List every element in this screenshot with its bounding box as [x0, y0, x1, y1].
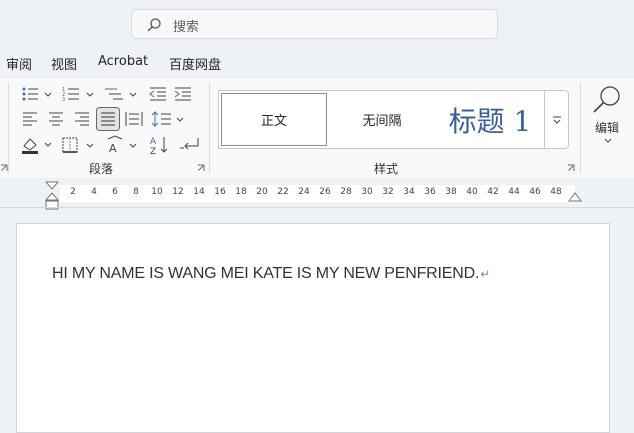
ruler-number: 30	[361, 187, 373, 197]
horizontal-ruler[interactable]: 2 4 6 8 10 12 14 16 18 20 22 24 26 28 30 32 34 36 38 40 42 44…	[60, 185, 575, 202]
ruler-number: 36	[424, 187, 436, 197]
search-box[interactable]: 搜索	[131, 9, 498, 39]
tab-view[interactable]: 视图	[51, 54, 77, 73]
document-paragraph[interactable]: HI MY NAME IS WANG MEI KATE IS MY NEW PE…	[52, 265, 490, 283]
borders-icon[interactable]	[62, 137, 94, 153]
ruler-number: 18	[235, 187, 247, 197]
numbering-icon[interactable]: 1 2 3	[62, 86, 94, 102]
ruler-number: 34	[403, 187, 415, 197]
ruler-number: 46	[529, 187, 541, 197]
search-placeholder: 搜索	[173, 20, 200, 35]
tab-baidu-netdisk[interactable]: 百度网盘	[169, 54, 221, 73]
chevron-down-icon	[553, 116, 561, 124]
show-formatting-marks-icon[interactable]	[180, 136, 200, 154]
ruler-number: 32	[382, 187, 394, 197]
paragraph-dialog-launcher-icon[interactable]	[197, 164, 205, 172]
search-icon	[147, 18, 161, 32]
ruler-area: 2 4 6 8 10 12 14 16 18 20 22 24 26 28 30 32 34 36 38 40 42 44…	[0, 178, 634, 222]
ruler-number: 48	[550, 187, 562, 197]
distributed-icon[interactable]	[125, 112, 143, 126]
ruler-number: 4	[91, 187, 97, 197]
ruler-number: 22	[277, 187, 289, 197]
sort-icon[interactable]: A Z	[150, 135, 170, 155]
tab-review[interactable]: 审阅	[6, 54, 32, 73]
align-left-icon[interactable]	[22, 112, 38, 126]
justify-icon[interactable]	[96, 107, 120, 131]
ruler-number: 42	[487, 187, 499, 197]
ruler-number: 40	[466, 187, 478, 197]
align-center-icon[interactable]	[48, 112, 64, 126]
decrease-indent-icon[interactable]	[149, 86, 167, 102]
shading-icon[interactable]	[21, 136, 53, 154]
ruler-number: 8	[133, 187, 139, 197]
ruler-number: 20	[256, 187, 268, 197]
document-text: HI MY NAME IS WANG MEI KATE IS MY NEW PE…	[52, 265, 480, 282]
chevron-down-icon	[604, 138, 612, 143]
style-no-spacing[interactable]: 无间隔	[329, 93, 435, 146]
right-indent-marker-icon[interactable]	[567, 192, 583, 204]
font-dialog-launcher-icon[interactable]	[0, 164, 8, 172]
styles-more-button[interactable]	[545, 90, 569, 149]
svg-text:3: 3	[62, 97, 65, 102]
ruler-divider	[0, 207, 634, 208]
ruler-number: 12	[172, 187, 184, 197]
editing-button[interactable]: 编辑	[588, 82, 628, 148]
svg-text:A: A	[109, 142, 117, 155]
styles-dialog-launcher-icon[interactable]	[567, 164, 575, 172]
align-right-icon[interactable]	[74, 112, 90, 126]
group-separator	[580, 82, 581, 174]
ruler-number: 10	[151, 187, 163, 197]
paragraph-mark: ↵	[480, 267, 491, 281]
group-separator	[8, 82, 9, 174]
styles-group-label: 样式	[374, 162, 399, 176]
style-heading-1-label: 标题 1	[448, 104, 532, 138]
ruler-number: 6	[112, 187, 118, 197]
ruler-number: 16	[214, 187, 226, 197]
style-heading-1[interactable]: 标题 1	[437, 93, 543, 146]
menu-bar: 审阅 视图 Acrobat 百度网盘	[0, 50, 634, 76]
line-spacing-icon[interactable]	[152, 111, 184, 127]
ruler-number: 24	[298, 187, 310, 197]
styles-gallery: 正文 无间隔 标题 1	[218, 90, 545, 149]
ruler-number: 38	[445, 187, 457, 197]
multilevel-list-icon[interactable]	[105, 86, 137, 102]
ruler-number: 44	[508, 187, 520, 197]
bullets-icon[interactable]	[21, 86, 51, 102]
style-normal-label: 正文	[260, 114, 287, 129]
svg-text:Z: Z	[150, 147, 156, 155]
title-bar: 搜索	[0, 0, 634, 48]
style-no-spacing-label: 无间隔	[362, 114, 402, 129]
find-magnifier-icon	[593, 86, 620, 113]
tab-acrobat[interactable]: Acrobat	[98, 54, 148, 69]
ruler-number: 28	[340, 187, 352, 197]
editing-label: 编辑	[595, 121, 620, 135]
ruler-number: 26	[319, 187, 331, 197]
style-normal[interactable]: 正文	[221, 93, 327, 146]
svg-text:A: A	[150, 137, 157, 147]
increase-indent-icon[interactable]	[174, 86, 192, 102]
ruler-number: 14	[193, 187, 205, 197]
ribbon: 1 2 3 A A Z 段落 正文 无间隔 标题 1 样式 编辑	[0, 77, 634, 180]
ruler-number: 2	[70, 187, 76, 197]
group-separator	[209, 82, 210, 174]
document-page[interactable]: HI MY NAME IS WANG MEI KATE IS MY NEW PE…	[16, 223, 610, 433]
chinese-layout-icon[interactable]: A	[106, 135, 138, 155]
paragraph-group-label: 段落	[89, 162, 114, 176]
